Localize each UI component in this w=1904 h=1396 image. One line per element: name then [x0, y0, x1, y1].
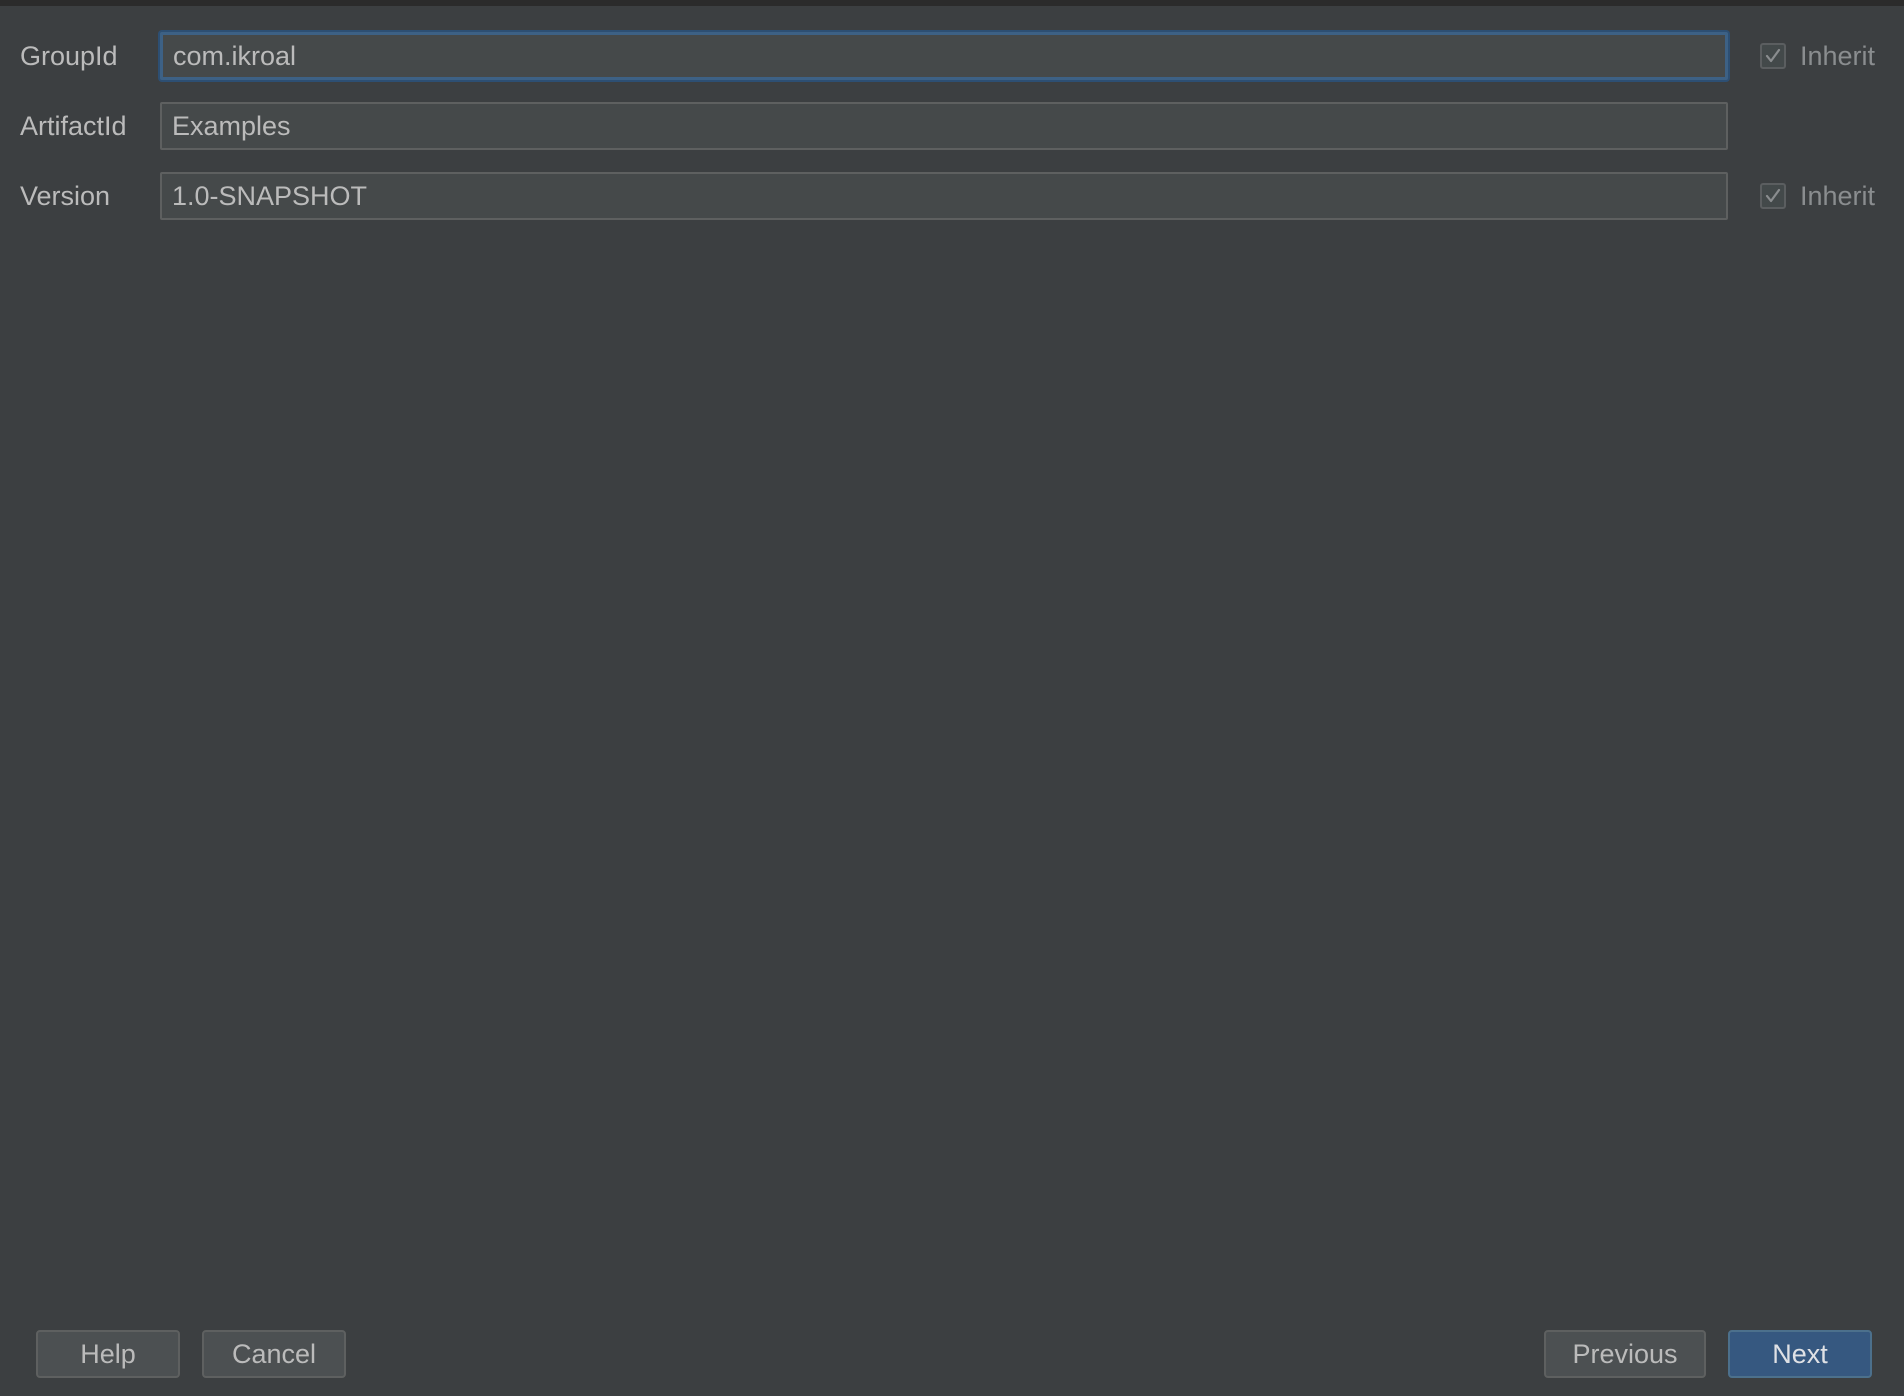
group-id-inherit-label: Inherit — [1800, 40, 1876, 71]
previous-button[interactable]: Previous — [1544, 1330, 1706, 1378]
group-id-input[interactable] — [160, 32, 1728, 80]
version-inherit-checkbox[interactable]: Inherit — [1760, 168, 1875, 224]
version-label: Version — [20, 181, 111, 211]
artifact-id-row: ArtifactId — [0, 98, 1904, 154]
help-button[interactable]: Help — [36, 1330, 180, 1378]
group-id-row: GroupId Inherit — [0, 28, 1904, 84]
artifact-id-label: ArtifactId — [20, 111, 127, 141]
checkmark-icon[interactable] — [1760, 43, 1786, 69]
version-row: Version Inherit — [0, 168, 1904, 224]
group-id-inherit-checkbox[interactable]: Inherit — [1760, 28, 1875, 84]
cancel-button[interactable]: Cancel — [202, 1330, 346, 1378]
artifact-id-input[interactable] — [160, 102, 1728, 150]
new-project-dialog: GroupId Inherit ArtifactId Version Inher… — [0, 0, 1904, 1396]
checkmark-icon[interactable] — [1760, 183, 1786, 209]
version-input[interactable] — [160, 172, 1728, 220]
group-id-label: GroupId — [20, 41, 118, 71]
version-inherit-label: Inherit — [1800, 180, 1876, 211]
next-button[interactable]: Next — [1728, 1330, 1872, 1378]
